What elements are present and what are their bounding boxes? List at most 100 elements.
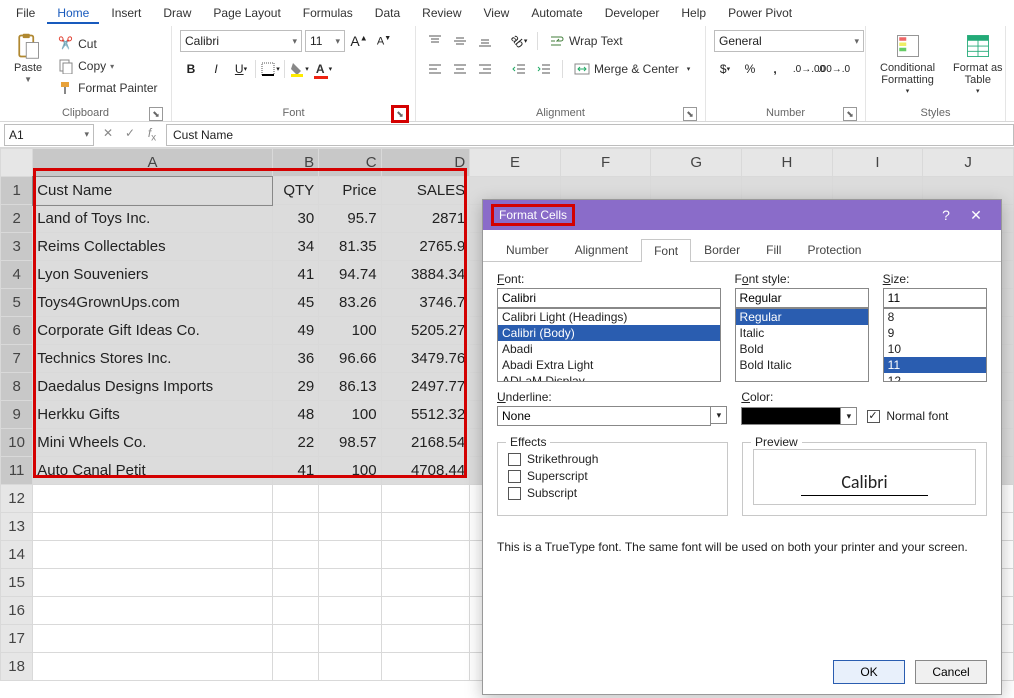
- strikethrough-checkbox[interactable]: Strikethrough: [508, 452, 717, 466]
- cell[interactable]: [33, 485, 273, 513]
- row-header-16[interactable]: 16: [1, 597, 33, 625]
- alignment-launcher[interactable]: ⬊: [683, 107, 697, 121]
- cell[interactable]: 81.35: [319, 233, 381, 261]
- comma-button[interactable]: ,: [764, 58, 786, 80]
- cell[interactable]: [272, 597, 318, 625]
- font-style-input[interactable]: [735, 288, 869, 308]
- menu-insert[interactable]: Insert: [101, 2, 151, 24]
- merge-center-button[interactable]: Merge & Center▾: [570, 59, 694, 79]
- cell[interactable]: 4708.44: [381, 457, 470, 485]
- cell[interactable]: 86.13: [319, 373, 381, 401]
- cell[interactable]: 96.66: [319, 345, 381, 373]
- cell[interactable]: 3746.7: [381, 289, 470, 317]
- row-header-12[interactable]: 12: [1, 485, 33, 513]
- cell[interactable]: [381, 541, 470, 569]
- row-header-3[interactable]: 3: [1, 233, 33, 261]
- list-item[interactable]: Regular: [736, 309, 868, 325]
- tab-number[interactable]: Number: [493, 238, 562, 261]
- cell[interactable]: Land of Toys Inc.: [33, 205, 273, 233]
- italic-button[interactable]: I: [205, 58, 227, 80]
- list-item[interactable]: 8: [884, 309, 986, 325]
- col-header-I[interactable]: I: [832, 149, 923, 177]
- cell[interactable]: [33, 625, 273, 653]
- row-header-17[interactable]: 17: [1, 625, 33, 653]
- cell[interactable]: [319, 653, 381, 681]
- cell[interactable]: 2168.54: [381, 429, 470, 457]
- cell[interactable]: [33, 541, 273, 569]
- list-item[interactable]: Abadi Extra Light: [498, 357, 720, 373]
- cell[interactable]: 83.26: [319, 289, 381, 317]
- list-item[interactable]: Calibri (Body): [498, 325, 720, 341]
- subscript-checkbox[interactable]: Subscript: [508, 486, 717, 500]
- cell[interactable]: 100: [319, 401, 381, 429]
- cell[interactable]: 45: [272, 289, 318, 317]
- align-bottom-button[interactable]: [474, 30, 496, 52]
- cell[interactable]: 94.74: [319, 261, 381, 289]
- list-item[interactable]: ADLaM Display: [498, 373, 720, 382]
- cell[interactable]: Auto Canal Petit: [33, 457, 273, 485]
- font-launcher[interactable]: ⬊: [393, 107, 407, 121]
- list-item[interactable]: 9: [884, 325, 986, 341]
- cell[interactable]: Herkku Gifts: [33, 401, 273, 429]
- row-header-15[interactable]: 15: [1, 569, 33, 597]
- cell[interactable]: [33, 653, 273, 681]
- tab-border[interactable]: Border: [691, 238, 753, 261]
- menu-home[interactable]: Home: [47, 2, 99, 24]
- list-item[interactable]: 12: [884, 373, 986, 382]
- tab-alignment[interactable]: Alignment: [562, 238, 641, 261]
- cell[interactable]: 29: [272, 373, 318, 401]
- col-header-J[interactable]: J: [923, 149, 1014, 177]
- row-header-10[interactable]: 10: [1, 429, 33, 457]
- cell[interactable]: 3884.34: [381, 261, 470, 289]
- cell[interactable]: [381, 597, 470, 625]
- cell[interactable]: [381, 653, 470, 681]
- size-listbox[interactable]: 8910111214: [883, 308, 987, 382]
- menu-view[interactable]: View: [474, 2, 520, 24]
- increase-decimal-button[interactable]: .0→.00: [798, 58, 820, 80]
- menu-review[interactable]: Review: [412, 2, 471, 24]
- cell[interactable]: 2497.77: [381, 373, 470, 401]
- menu-file[interactable]: File: [6, 2, 45, 24]
- cell[interactable]: [319, 541, 381, 569]
- cell[interactable]: 98.57: [319, 429, 381, 457]
- number-launcher[interactable]: ⬊: [843, 107, 857, 121]
- align-left-button[interactable]: [424, 58, 446, 80]
- decrease-decimal-button[interactable]: .00→.0: [823, 58, 845, 80]
- size-input[interactable]: [883, 288, 987, 308]
- cell[interactable]: 5205.27: [381, 317, 470, 345]
- list-item[interactable]: Calibri Light (Headings): [498, 309, 720, 325]
- fx-icon[interactable]: fx: [142, 126, 162, 143]
- decrease-indent-button[interactable]: [508, 58, 530, 80]
- cell[interactable]: Cust Name: [33, 177, 273, 205]
- tab-font[interactable]: Font: [641, 239, 691, 262]
- col-header-A[interactable]: A: [33, 149, 273, 177]
- name-box[interactable]: A1▾: [4, 124, 94, 146]
- font-input[interactable]: [497, 288, 721, 308]
- menu-data[interactable]: Data: [365, 2, 410, 24]
- increase-font-button[interactable]: A▲: [348, 30, 370, 52]
- font-style-listbox[interactable]: RegularItalicBoldBold Italic: [735, 308, 869, 382]
- cell[interactable]: SALES: [381, 177, 470, 205]
- cell[interactable]: Daedalus Designs Imports: [33, 373, 273, 401]
- cell[interactable]: 30: [272, 205, 318, 233]
- close-button[interactable]: ✕: [961, 207, 991, 224]
- col-header-F[interactable]: F: [560, 149, 651, 177]
- color-swatch[interactable]: [741, 407, 841, 425]
- decrease-font-button[interactable]: A▼: [373, 30, 395, 52]
- cell[interactable]: 2765.9: [381, 233, 470, 261]
- list-item[interactable]: Bold Italic: [736, 357, 868, 373]
- row-header-11[interactable]: 11: [1, 457, 33, 485]
- conditional-formatting-button[interactable]: Conditional Formatting▾: [874, 30, 941, 98]
- format-as-table-button[interactable]: Format as Table▾: [947, 30, 1009, 98]
- row-header-9[interactable]: 9: [1, 401, 33, 429]
- font-name-combo[interactable]: Calibri▾: [180, 30, 302, 52]
- cell[interactable]: [381, 485, 470, 513]
- row-header-5[interactable]: 5: [1, 289, 33, 317]
- paste-button[interactable]: Paste ▼: [8, 30, 48, 87]
- row-header-8[interactable]: 8: [1, 373, 33, 401]
- list-item[interactable]: Italic: [736, 325, 868, 341]
- row-header-2[interactable]: 2: [1, 205, 33, 233]
- chevron-down-icon[interactable]: ▾: [841, 407, 857, 425]
- ok-button[interactable]: OK: [833, 660, 905, 684]
- cell[interactable]: 100: [319, 457, 381, 485]
